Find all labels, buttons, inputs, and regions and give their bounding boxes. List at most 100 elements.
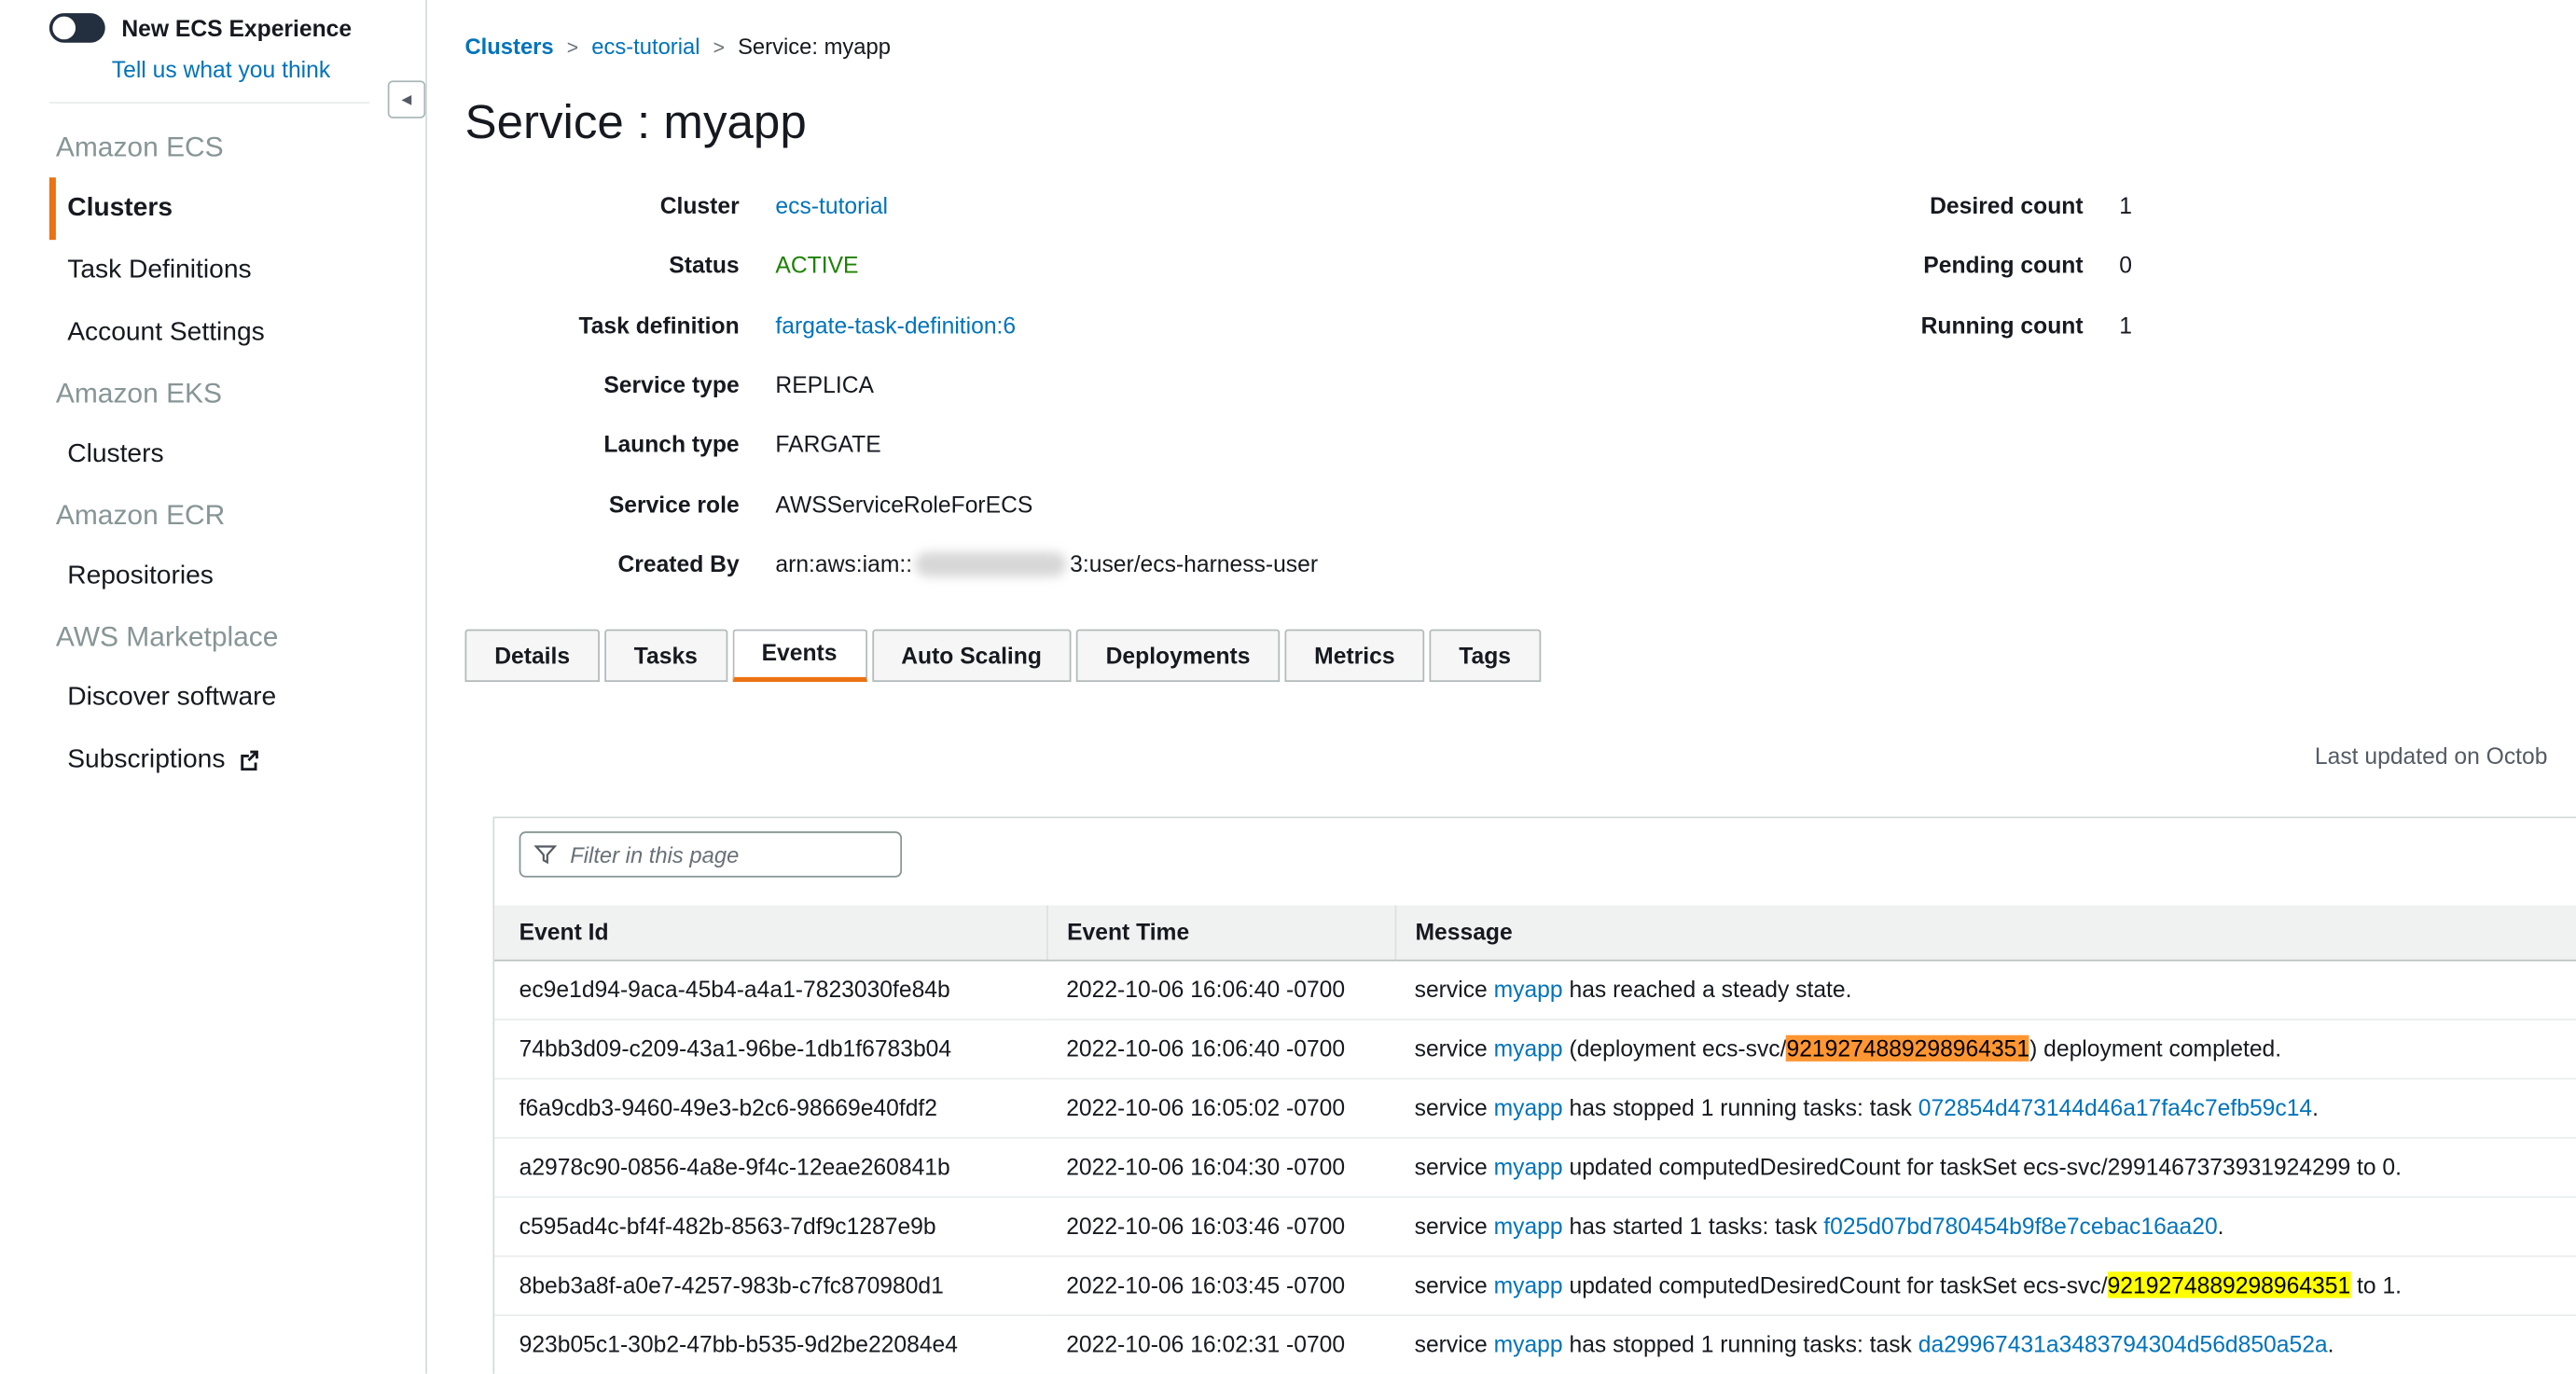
table-row: 923b05c1-30b2-47bb-b535-9d2be22084e42022… <box>494 1314 2576 1373</box>
sidebar-item-label: Account Settings <box>67 319 265 347</box>
toggle-knob <box>52 17 76 40</box>
event-time-cell: 2022-10-06 16:03:46 -0700 <box>1046 1196 1394 1255</box>
tab-events[interactable]: Events <box>732 630 866 682</box>
sidebar-item-task-definitions[interactable]: Task Definitions <box>49 240 425 302</box>
sidebar-item-label: Subscriptions <box>67 746 225 774</box>
inline-link[interactable]: myapp <box>1494 1213 1563 1239</box>
breadcrumb-item-ecs-tutorial[interactable]: ecs-tutorial <box>591 35 699 59</box>
sidebar-section-header: Amazon ECS <box>56 118 425 177</box>
breadcrumb-separator: > <box>567 36 578 60</box>
text-segment: AWSServiceRoleForECS <box>775 491 1032 517</box>
detail-label: Running count <box>1823 312 2083 338</box>
text-segment: service <box>1415 1213 1494 1239</box>
sidebar-item-label: Repositories <box>67 562 214 590</box>
detail-row-pending-count: Pending count0 <box>1823 235 2132 295</box>
tab-details[interactable]: Details <box>464 630 599 682</box>
detail-label: Task definition <box>464 312 739 338</box>
detail-row-task-definition: Task definition fargate-task-definition:6 <box>464 295 1318 354</box>
feedback-link[interactable]: Tell us what you think <box>112 56 330 82</box>
tab-tags[interactable]: Tags <box>1430 630 1541 682</box>
sidebar-item-subscriptions[interactable]: Subscriptions <box>49 729 425 795</box>
sidebar-nav: Amazon ECS Clusters Task Definitions Accoun… <box>0 118 425 796</box>
detail-label: Launch type <box>464 431 739 457</box>
external-link-icon <box>238 749 259 779</box>
breadcrumb-item-clusters[interactable]: Clusters <box>464 35 553 59</box>
inline-link[interactable]: myapp <box>1494 1271 1563 1298</box>
text-segment: service <box>1415 1094 1494 1120</box>
detail-label: Created By <box>464 550 739 576</box>
sidebar-item-repositories[interactable]: Repositories <box>49 546 425 608</box>
detail-label: Desired count <box>1823 192 2083 218</box>
new-ecs-experience-toggle[interactable] <box>49 13 105 43</box>
detail-row-service-type: Service typeREPLICA <box>464 354 1318 414</box>
highlighted-match: 9219274889298964351 <box>2108 1271 2351 1298</box>
events-table: Event IdEvent TimeMessage ec9e1d94-9aca-… <box>494 906 2576 1374</box>
text-segment: has stopped 1 running tasks: task <box>1563 1331 1918 1357</box>
text-segment: FARGATE <box>775 431 880 457</box>
tab-auto-scaling[interactable]: Auto Scaling <box>871 630 1071 682</box>
table-row: 74bb3d09-c209-43a1-96be-1db1f6783b042022… <box>494 1019 2576 1077</box>
service-counts: Desired count1Pending count0Running coun… <box>1823 175 2132 354</box>
redacted-value <box>916 552 1067 576</box>
text-segment: service <box>1415 1035 1494 1062</box>
sidebar: New ECS Experience Tell us what you thin… <box>0 0 427 1374</box>
tab-tasks[interactable]: Tasks <box>604 630 727 682</box>
event-time-cell: 2022-10-06 16:05:02 -0700 <box>1046 1078 1394 1137</box>
inline-link[interactable]: 072854d473144d46a17fa4c7efb59c14 <box>1918 1094 2312 1120</box>
inline-link[interactable]: fargate-task-definition:6 <box>775 312 1016 338</box>
inline-link[interactable]: myapp <box>1494 976 1563 1002</box>
main-content: Clusters>ecs-tutorial>Service: myapp Ser… <box>427 0 2576 1374</box>
text-segment: arn:aws:iam:: <box>775 549 912 576</box>
event-message-cell: service myapp has started 1 tasks: task … <box>1394 1196 2576 1255</box>
text-segment: to 1. <box>2350 1271 2402 1298</box>
filter-input[interactable] <box>519 831 902 877</box>
text-segment: has reached a steady state. <box>1563 976 1852 1002</box>
inline-link[interactable]: myapp <box>1494 1035 1563 1062</box>
filter-box <box>519 831 902 877</box>
detail-value: ecs-tutorial <box>775 192 888 218</box>
sidebar-item-label: Task Definitions <box>67 257 251 285</box>
sidebar-item-clusters[interactable]: Clusters <box>49 177 425 240</box>
detail-value: 1 <box>2119 192 2132 218</box>
detail-value: REPLICA <box>775 371 874 397</box>
inline-link[interactable]: ecs-tutorial <box>775 192 888 218</box>
inline-link[interactable]: f025d07bd780454b9f8e7cebac16aa20 <box>1823 1213 2217 1239</box>
sidebar-section-header: Amazon EKS <box>56 365 425 423</box>
detail-value: ACTIVE <box>775 252 858 278</box>
tab-deployments[interactable]: Deployments <box>1076 630 1280 682</box>
detail-row-running-count: Running count 1 <box>1823 295 2132 354</box>
sidebar-item-discover-software[interactable]: Discover software <box>49 667 425 729</box>
event-message-cell: service myapp has stopped 1 running task… <box>1394 1314 2576 1373</box>
text-segment: 0 <box>2119 252 2132 278</box>
detail-row-status: Status ACTIVE <box>464 235 1318 295</box>
sidebar-item-label: Clusters <box>67 194 173 222</box>
column-header-event-time[interactable]: Event Time <box>1046 906 1394 960</box>
inline-link[interactable]: da29967431a3483794304d56d850a52a <box>1918 1331 2328 1357</box>
detail-value: AWSServiceRoleForECS <box>775 491 1032 517</box>
sidebar-collapse-button[interactable]: ◀ <box>388 80 426 118</box>
event-id-cell: 74bb3d09-c209-43a1-96be-1db1f6783b04 <box>494 1019 1046 1077</box>
detail-row-cluster: Clusterecs-tutorial <box>464 175 1318 235</box>
table-row: ec9e1d94-9aca-45b4-a4a1-7823030fe84b2022… <box>494 960 2576 1019</box>
inline-link[interactable]: myapp <box>1494 1154 1563 1180</box>
sidebar-divider <box>49 102 369 104</box>
event-message-cell: service myapp (deployment ecs-svc/921927… <box>1394 1019 2576 1077</box>
inline-link[interactable]: myapp <box>1494 1331 1563 1357</box>
column-header-message[interactable]: Message <box>1394 906 2576 960</box>
sidebar-item-clusters[interactable]: Clusters <box>49 423 425 486</box>
text-segment: updated computedDesiredCount for taskSet… <box>1563 1154 2402 1180</box>
table-row: a2978c90-0856-4a8e-9f4c-12eae260841b2022… <box>494 1137 2576 1196</box>
column-header-event-id[interactable]: Event Id <box>494 906 1046 960</box>
sidebar-item-account-settings[interactable]: Account Settings <box>49 302 425 365</box>
tab-metrics[interactable]: Metrics <box>1284 630 1424 682</box>
event-id-cell: ec9e1d94-9aca-45b4-a4a1-7823030fe84b <box>494 960 1046 1019</box>
sidebar-section-header: Amazon ECR <box>56 486 425 545</box>
inline-link[interactable]: myapp <box>1494 1094 1563 1120</box>
detail-label: Status <box>464 252 739 278</box>
events-panel: Event IdEvent TimeMessage ec9e1d94-9aca-… <box>492 816 2576 1373</box>
text-segment: . <box>2312 1094 2319 1120</box>
detail-row-service-role: Service roleAWSServiceRoleForECS <box>464 474 1318 534</box>
text-segment: 1 <box>2119 312 2132 338</box>
text-segment: service <box>1415 976 1494 1002</box>
event-id-cell: a2978c90-0856-4a8e-9f4c-12eae260841b <box>494 1137 1046 1196</box>
